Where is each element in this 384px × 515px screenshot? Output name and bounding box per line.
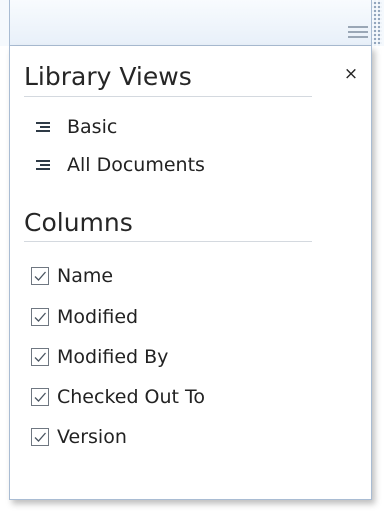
column-label: Modified By <box>57 346 169 368</box>
columns-heading: Columns <box>24 208 133 237</box>
resize-grip-icon[interactable] <box>372 0 382 46</box>
list-view-icon <box>36 122 50 132</box>
column-toggle-name[interactable]: Name <box>31 264 113 288</box>
checkbox-version[interactable] <box>31 428 49 446</box>
check-icon <box>34 432 46 442</box>
column-toggle-checked-out-to[interactable]: Checked Out To <box>31 385 205 409</box>
column-label: Name <box>57 265 114 287</box>
list-view-icon <box>36 160 50 170</box>
check-icon <box>34 271 46 281</box>
view-item-all-documents[interactable]: All Documents <box>36 153 205 177</box>
view-item-basic[interactable]: Basic <box>36 115 117 139</box>
checkbox-modified[interactable] <box>31 308 49 326</box>
column-label: Modified <box>57 306 139 328</box>
checkbox-name[interactable] <box>31 267 49 285</box>
checkbox-modified-by[interactable] <box>31 348 49 366</box>
view-item-label: Basic <box>67 116 118 138</box>
column-toggle-modified-by[interactable]: Modified By <box>31 345 168 369</box>
library-views-divider <box>24 96 312 97</box>
close-button[interactable]: × <box>343 64 359 84</box>
view-item-label: All Documents <box>67 154 205 176</box>
column-label: Version <box>57 426 127 448</box>
check-icon <box>34 392 46 402</box>
check-icon <box>34 352 46 362</box>
columns-divider <box>24 241 312 242</box>
view-options-menu-icon[interactable] <box>348 26 368 40</box>
column-toggle-modified[interactable]: Modified <box>31 305 138 329</box>
library-views-heading: Library Views <box>24 62 192 91</box>
column-toggle-version[interactable]: Version <box>31 425 127 449</box>
view-options-header <box>9 0 382 46</box>
column-label: Checked Out To <box>57 386 206 408</box>
check-icon <box>34 312 46 322</box>
checkbox-checked-out-to[interactable] <box>31 388 49 406</box>
